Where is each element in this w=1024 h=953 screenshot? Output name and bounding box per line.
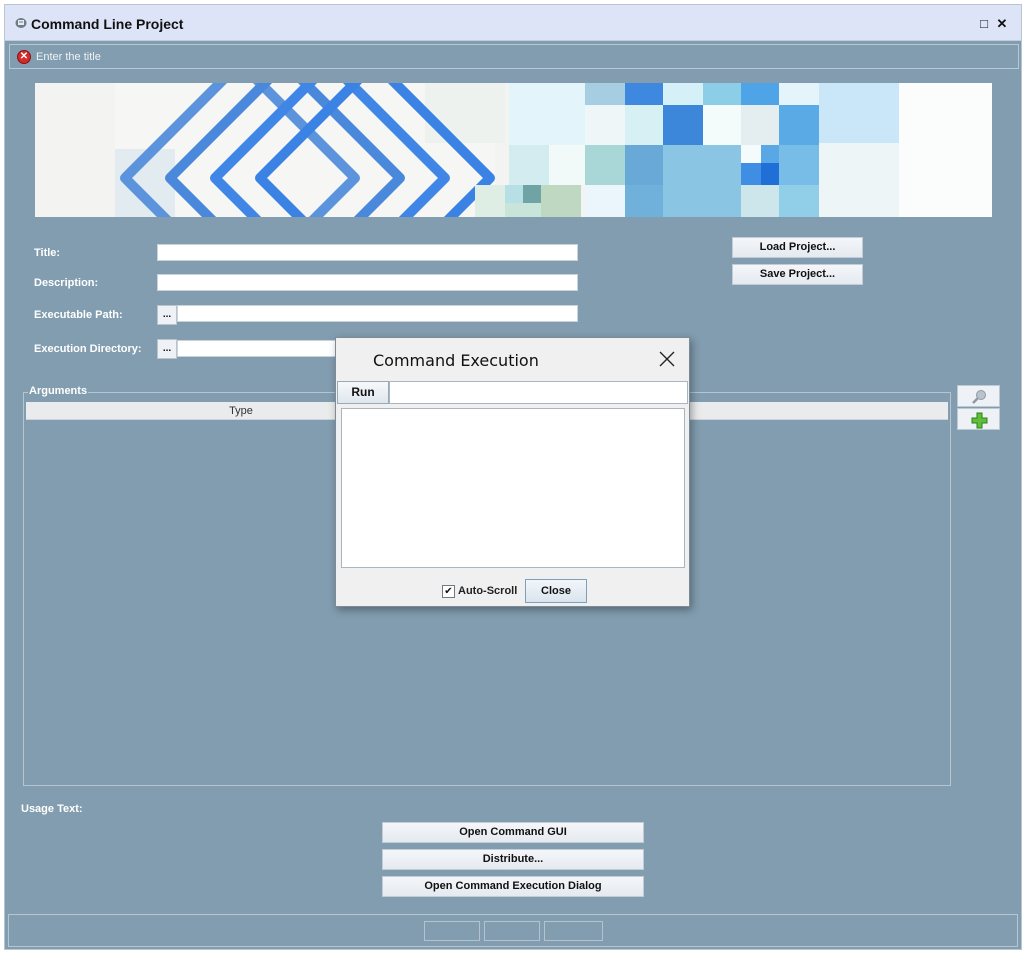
command-execution-dialog: Command Execution Run ✔ Auto-Scroll Clos… <box>335 337 690 607</box>
executable-path-field[interactable] <box>177 305 578 322</box>
execution-directory-field[interactable] <box>177 340 337 357</box>
title-bar: Command Line Project □ ✕ <box>5 5 1021 41</box>
plus-icon <box>971 412 988 429</box>
output-area[interactable] <box>341 408 685 568</box>
auto-scroll-checkbox[interactable]: ✔ <box>442 585 455 598</box>
banner-image <box>35 83 992 217</box>
command-input[interactable] <box>389 381 688 404</box>
arguments-legend: Arguments <box>28 385 89 397</box>
error-icon: ✕ <box>17 50 31 64</box>
load-project-button[interactable]: Load Project... <box>732 237 863 258</box>
description-label: Description: <box>34 277 99 289</box>
open-command-execution-dialog-button[interactable]: Open Command Execution Dialog <box>382 876 644 897</box>
bottom-button-bar <box>8 914 1018 947</box>
usage-text-label: Usage Text: <box>21 803 83 815</box>
title-label: Title: <box>34 247 61 259</box>
open-command-gui-button[interactable]: Open Command GUI <box>382 822 644 843</box>
auto-scroll-label[interactable]: Auto-Scroll <box>458 585 517 597</box>
distribute-button[interactable]: Distribute... <box>382 849 644 870</box>
disabled-button-2 <box>484 921 540 941</box>
dialog-title: Command Execution <box>373 351 539 370</box>
validation-message: Enter the title <box>36 51 101 63</box>
disabled-button-1 <box>424 921 480 941</box>
magnifier-icon <box>972 390 986 404</box>
executable-path-label: Executable Path: <box>34 309 123 321</box>
close-icon[interactable]: ✕ <box>995 16 1009 32</box>
save-project-button[interactable]: Save Project... <box>732 264 863 285</box>
add-argument-button[interactable] <box>957 408 1000 430</box>
title-field[interactable] <box>157 244 578 261</box>
dialog-close-icon[interactable] <box>656 348 678 370</box>
maximize-icon[interactable]: □ <box>977 16 991 31</box>
search-argument-button[interactable] <box>957 385 1000 407</box>
description-field[interactable] <box>157 274 578 291</box>
disabled-button-3 <box>544 921 603 941</box>
run-button[interactable]: Run <box>337 381 389 404</box>
browse-executable-button[interactable]: ... <box>157 305 177 325</box>
close-button[interactable]: Close <box>525 579 587 603</box>
browse-directory-button[interactable]: ... <box>157 339 177 359</box>
validation-message-bar: ✕ Enter the title <box>9 44 1019 69</box>
window-title: Command Line Project <box>31 16 184 32</box>
execution-directory-label: Execution Directory: <box>34 343 142 355</box>
app-icon <box>15 18 27 28</box>
